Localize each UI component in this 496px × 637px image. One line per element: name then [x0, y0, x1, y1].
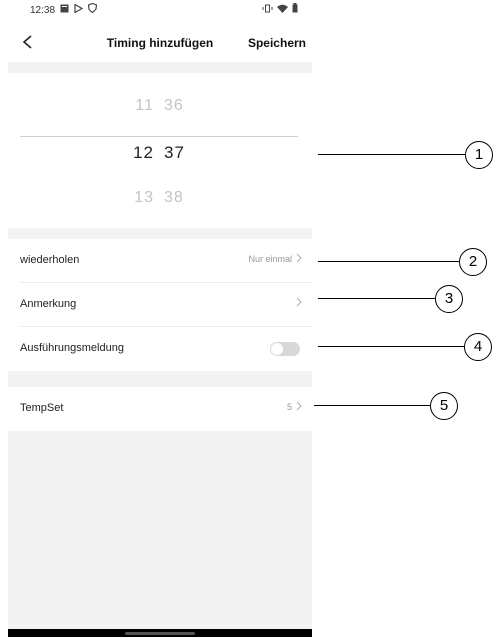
- callout-5: 5: [430, 392, 458, 420]
- callout-3: 3: [435, 285, 463, 313]
- play-store-icon: [74, 3, 83, 13]
- callout-1: 1: [465, 141, 493, 169]
- battery-icon: [292, 3, 298, 13]
- chevron-right-icon: [296, 297, 302, 307]
- tempset-row[interactable]: TempSet 5: [8, 387, 312, 431]
- toggle-knob: [271, 343, 283, 355]
- note-label: Anmerkung: [20, 298, 77, 310]
- callout-2: 2: [459, 248, 487, 276]
- picker-minute: 38: [164, 189, 184, 206]
- callout-line-5: [314, 405, 430, 406]
- status-time: 12:38: [30, 5, 56, 16]
- callout-line-2: [318, 261, 459, 262]
- message-icon: [60, 4, 69, 12]
- picker-row-previous[interactable]: 11 36: [8, 97, 312, 115]
- picker-row-selected[interactable]: 12 37: [8, 143, 312, 163]
- vibrate-icon: [262, 4, 273, 12]
- chevron-right-icon: [296, 253, 302, 263]
- section-gap: [8, 371, 312, 387]
- callout-line-3: [318, 298, 435, 299]
- home-indicator[interactable]: [125, 632, 195, 635]
- status-system-icons: [262, 3, 298, 13]
- section-gap: [8, 62, 312, 73]
- section-gap: [8, 228, 312, 239]
- picker-minute: 37: [164, 143, 185, 162]
- save-button[interactable]: Speichern: [248, 36, 306, 50]
- repeat-value: Nur einmal: [248, 254, 292, 264]
- note-row[interactable]: Anmerkung: [8, 283, 312, 327]
- chevron-right-icon: [296, 401, 302, 411]
- shield-icon: [88, 3, 97, 13]
- picker-hour: 12: [133, 143, 154, 162]
- phone-screen: 12:38 Timing hinzufügen Speichern 11 36 1…: [8, 0, 312, 637]
- system-nav-bar: [8, 629, 312, 637]
- picker-minute: 36: [164, 97, 184, 114]
- repeat-label: wiederholen: [20, 254, 80, 266]
- picker-row-next[interactable]: 13 38: [8, 189, 312, 207]
- callout-4: 4: [464, 333, 492, 361]
- status-notification-icons: [60, 3, 97, 13]
- picker-hour: 13: [134, 189, 154, 206]
- header-bar: Timing hinzufügen Speichern: [8, 22, 312, 62]
- time-picker[interactable]: 11 36 12 37 13 38: [8, 73, 312, 228]
- wifi-icon: [277, 4, 288, 13]
- notification-label: Ausführungsmeldung: [20, 342, 124, 354]
- notification-row: Ausführungsmeldung: [8, 327, 312, 371]
- notification-toggle[interactable]: [270, 342, 300, 356]
- tempset-label: TempSet: [20, 402, 64, 414]
- callout-line-1: [318, 154, 465, 155]
- status-bar: 12:38: [8, 0, 312, 22]
- callout-line-4: [318, 346, 464, 347]
- tempset-value: 5: [286, 402, 292, 412]
- picker-selection-line: [20, 136, 298, 137]
- picker-hour: 11: [135, 97, 154, 114]
- repeat-row[interactable]: wiederholen Nur einmal: [8, 239, 312, 283]
- empty-area: [8, 431, 312, 629]
